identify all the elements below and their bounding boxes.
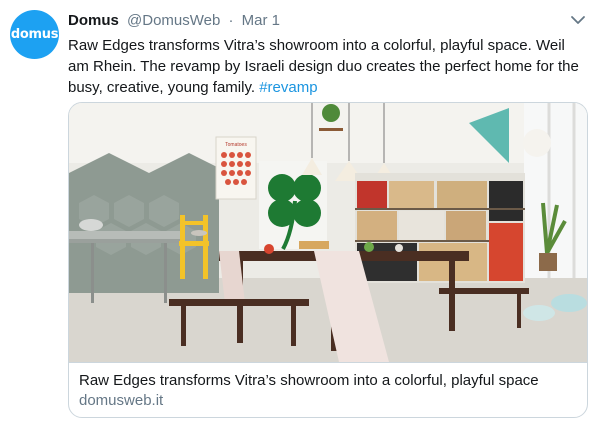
tweet-body: Raw Edges transforms Vitra’s showroom in… — [68, 37, 579, 96]
tweet-text: Raw Edges transforms Vitra’s showroom in… — [68, 35, 588, 98]
card-meta[interactable]: Raw Edges transforms Vitra’s showroom in… — [69, 362, 587, 417]
poster-title: Tomatoes — [225, 142, 247, 148]
card-domain[interactable]: domusweb.it — [79, 391, 577, 411]
avatar[interactable]: domus — [10, 10, 59, 59]
author-handle[interactable]: @DomusWeb — [127, 12, 220, 29]
chevron-down-icon[interactable] — [568, 12, 588, 28]
tweet-date[interactable]: Mar 1 — [242, 12, 280, 29]
separator-dot: · — [228, 12, 234, 29]
card-title[interactable]: Raw Edges transforms Vitra’s showroom in… — [79, 371, 577, 391]
link-card[interactable]: Tomatoes Raw Edges transforms Vitra’s sh… — [68, 102, 588, 418]
hashtag-link[interactable]: #revamp — [259, 79, 317, 96]
tweet-header: Domus @DomusWeb · Mar 1 — [68, 11, 280, 31]
avatar-text: domus — [10, 27, 59, 42]
card-image[interactable]: Tomatoes — [69, 103, 587, 362]
author-name[interactable]: Domus — [68, 12, 119, 29]
